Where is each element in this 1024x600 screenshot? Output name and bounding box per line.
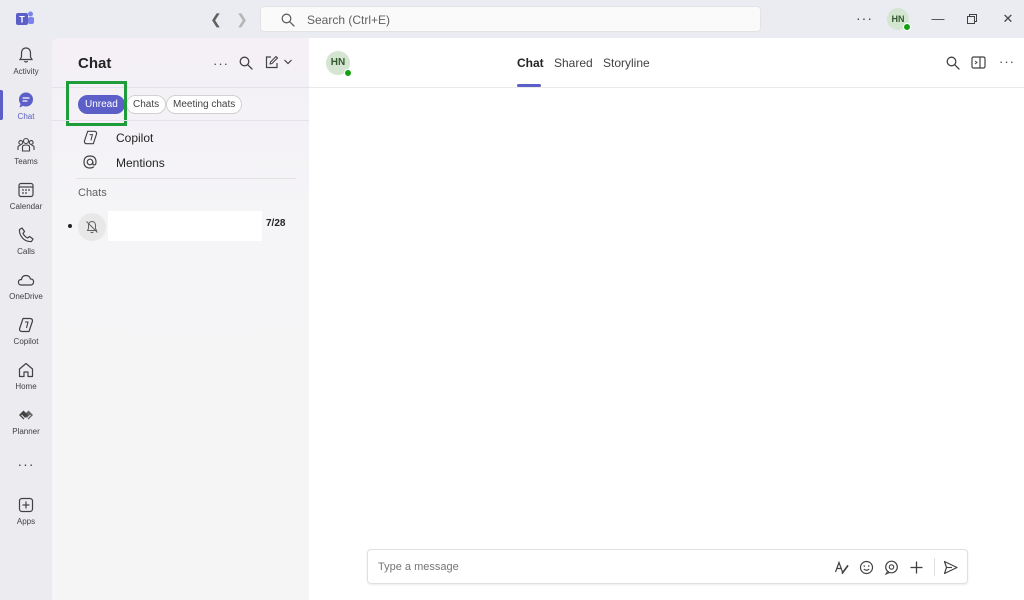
rail-label: Planner: [12, 427, 40, 436]
filter-meeting-chats[interactable]: Meeting chats: [166, 95, 243, 114]
rail-label: Activity: [13, 67, 39, 76]
presence-available-icon: [903, 23, 911, 31]
cloud-icon: [17, 274, 35, 286]
rail-label: Calendar: [9, 202, 43, 211]
plus-square-icon: [18, 497, 34, 513]
rail-item-apps[interactable]: Apps: [0, 496, 52, 536]
pane-title: Chat: [78, 55, 112, 72]
tab-shared[interactable]: Shared: [554, 56, 593, 70]
side-panel-icon[interactable]: [971, 56, 986, 69]
forward-arrow-icon[interactable]: ❯: [234, 11, 250, 27]
chat-avatar: [78, 213, 106, 241]
calendar-icon: [18, 182, 34, 198]
more-options-icon[interactable]: ···: [213, 56, 229, 71]
teams-icon: [17, 137, 35, 152]
conversation-pane: HN Chat Shared Storyline ···: [309, 38, 1024, 600]
rail-label: Copilot: [13, 337, 39, 346]
rail-item-copilot[interactable]: Copilot: [0, 316, 52, 356]
chat-name: [108, 211, 262, 241]
message-input[interactable]: [378, 561, 678, 573]
tab-storyline[interactable]: Storyline: [603, 56, 650, 70]
pinned-item-label: Mentions: [116, 156, 165, 170]
rail-label: Apps: [16, 517, 36, 526]
message-compose-box[interactable]: [367, 549, 968, 584]
search-icon[interactable]: [946, 56, 960, 70]
home-icon: [18, 362, 34, 378]
bell-off-icon: [86, 220, 98, 234]
section-header-chats[interactable]: Chats: [78, 187, 107, 199]
profile-avatar[interactable]: HN: [887, 8, 911, 31]
svg-text:T: T: [19, 15, 25, 25]
rail-label: Calls: [17, 247, 35, 256]
rail-label: Chat: [17, 112, 35, 121]
tab-chat[interactable]: Chat: [517, 56, 544, 70]
rail-item-home[interactable]: Home: [0, 361, 52, 401]
divider: [52, 120, 309, 121]
title-bar: T ❮ ❯ Search (Ctrl+E) ··· HN — ✕: [0, 0, 1024, 38]
search-box[interactable]: Search (Ctrl+E): [260, 6, 761, 32]
restore-icon[interactable]: [962, 9, 982, 29]
rail-item-calendar[interactable]: Calendar: [0, 181, 52, 221]
bell-icon: [18, 47, 34, 63]
profile-initials: HN: [891, 14, 905, 24]
presence-available-icon: [344, 69, 352, 77]
filter-chats[interactable]: Chats: [126, 95, 167, 114]
search-icon: [281, 13, 295, 27]
divider: [934, 558, 935, 576]
pinned-item-label: Copilot: [116, 131, 154, 145]
format-icon[interactable]: [834, 560, 849, 575]
chat-date: 7/28: [266, 218, 286, 229]
rail-label: Teams: [14, 157, 38, 166]
chat-list-item[interactable]: 7/28: [66, 210, 296, 242]
copilot-icon: [18, 317, 34, 333]
settings-more-icon[interactable]: ···: [856, 10, 873, 26]
teams-logo-icon[interactable]: T: [15, 10, 35, 28]
close-icon[interactable]: ✕: [998, 9, 1018, 29]
copilot-icon: [83, 130, 98, 145]
rail-item-teams[interactable]: Teams: [0, 136, 52, 176]
unread-dot: [68, 224, 72, 228]
divider: [309, 87, 1024, 88]
chat-list-pane: Chat ··· Unread Chats Meeting chats Copi…: [52, 38, 309, 600]
emoji-icon[interactable]: [859, 560, 874, 575]
new-chat-icon[interactable]: [264, 55, 279, 70]
app-rail: Activity Chat Teams Calendar Calls OneDr…: [0, 38, 52, 600]
planner-icon: [19, 410, 33, 421]
rail-item-onedrive[interactable]: OneDrive: [0, 271, 52, 311]
search-placeholder: Search (Ctrl+E): [307, 13, 391, 27]
search-icon[interactable]: [239, 56, 253, 70]
rail-more-apps-icon[interactable]: ···: [0, 456, 52, 472]
rail-label: Home: [15, 382, 37, 391]
send-icon[interactable]: [943, 560, 958, 575]
divider: [76, 178, 296, 179]
rail-item-chat[interactable]: Chat: [0, 91, 52, 131]
back-arrow-icon[interactable]: ❮: [208, 11, 224, 27]
chevron-down-icon[interactable]: [283, 57, 293, 67]
at-icon: [83, 155, 97, 169]
rail-item-planner[interactable]: Planner: [0, 406, 52, 446]
phone-icon: [18, 227, 34, 243]
more-options-icon[interactable]: ···: [999, 54, 1015, 69]
loop-compose-icon[interactable]: [884, 560, 899, 575]
rail-item-activity[interactable]: Activity: [0, 46, 52, 86]
chat-icon: [19, 92, 33, 108]
minimize-icon[interactable]: —: [928, 9, 948, 29]
rail-label: OneDrive: [9, 292, 43, 301]
plus-icon[interactable]: [909, 560, 924, 575]
rail-item-calls[interactable]: Calls: [0, 226, 52, 266]
avatar-initials: HN: [330, 57, 346, 68]
conversation-avatar[interactable]: HN: [326, 51, 352, 77]
